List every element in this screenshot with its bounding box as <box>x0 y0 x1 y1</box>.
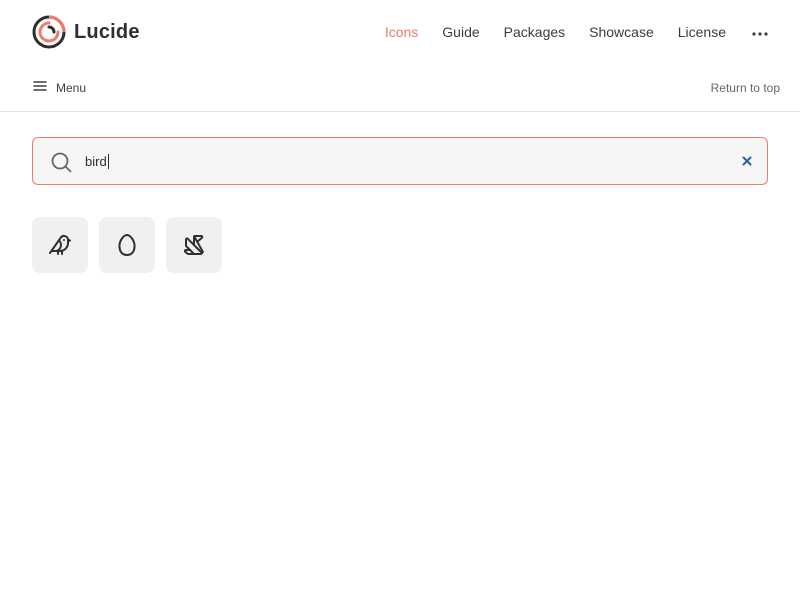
bird-icon <box>48 233 72 257</box>
more-menu-button[interactable] <box>752 18 768 46</box>
icon-results-grid <box>32 217 233 273</box>
search-input[interactable] <box>85 150 725 174</box>
menu-button[interactable]: Menu <box>32 76 86 100</box>
clear-search-button[interactable] <box>739 154 755 170</box>
egg-icon <box>115 233 139 257</box>
brand-logo[interactable]: Lucide <box>32 15 140 49</box>
top-navbar: Lucide Icons Guide Packages Showcase Lic… <box>0 0 800 64</box>
nav-showcase[interactable]: Showcase <box>589 18 654 46</box>
return-to-top-link[interactable]: Return to top <box>711 76 780 100</box>
icon-result-origami[interactable] <box>166 217 222 273</box>
local-nav-bar: Menu Return to top <box>0 64 800 112</box>
nav-icons[interactable]: Icons <box>385 18 418 46</box>
close-icon <box>742 153 752 171</box>
origami-icon <box>182 233 206 257</box>
icon-result-bird[interactable] <box>32 217 88 273</box>
icon-search-box <box>32 137 768 185</box>
nav-packages[interactable]: Packages <box>504 18 565 46</box>
search-icon <box>49 150 73 174</box>
text-caret <box>108 154 109 169</box>
brand-name: Lucide <box>74 20 140 43</box>
lucide-logo-icon <box>32 15 66 49</box>
menu-icon <box>32 78 48 99</box>
nav-guide[interactable]: Guide <box>442 18 479 46</box>
nav-license[interactable]: License <box>678 18 726 46</box>
menu-label: Menu <box>56 81 87 95</box>
ellipsis-icon <box>752 23 768 41</box>
main-nav: Icons Guide Packages Showcase License <box>385 18 768 46</box>
icon-result-egg[interactable] <box>99 217 155 273</box>
